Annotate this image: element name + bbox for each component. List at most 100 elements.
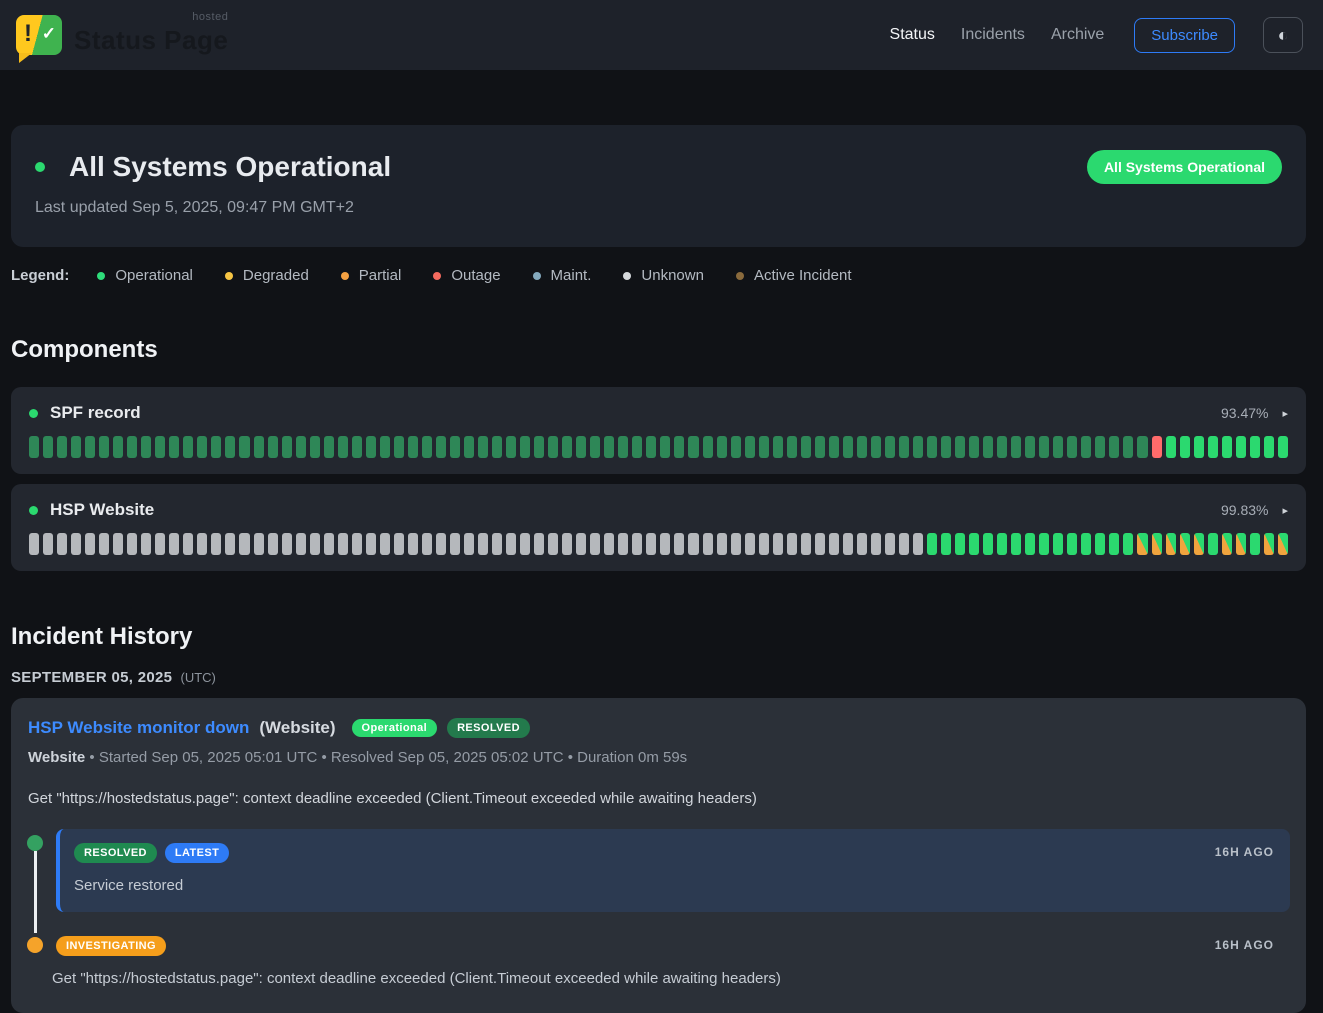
uptime-bar-unknown[interactable] — [843, 533, 853, 555]
uptime-bar-unknown[interactable] — [113, 533, 123, 555]
uptime-bar-operational_past[interactable] — [394, 436, 404, 458]
uptime-bar-operational_past[interactable] — [268, 436, 278, 458]
uptime-bar-operational[interactable] — [1011, 533, 1021, 555]
uptime-bar-operational_past[interactable] — [282, 436, 292, 458]
uptime-bar-unknown[interactable] — [71, 533, 81, 555]
uptime-bar-operational_past[interactable] — [43, 436, 53, 458]
uptime-bar-unknown[interactable] — [254, 533, 264, 555]
uptime-bar-operational_past[interactable] — [520, 436, 530, 458]
uptime-bar-unknown[interactable] — [380, 533, 390, 555]
uptime-bar-unknown[interactable] — [169, 533, 179, 555]
nav-link-archive[interactable]: Archive — [1051, 26, 1104, 44]
uptime-bar-unknown[interactable] — [773, 533, 783, 555]
uptime-bar-operational_past[interactable] — [843, 436, 853, 458]
uptime-bar-operational_past[interactable] — [141, 436, 151, 458]
uptime-bar-operational_past[interactable] — [717, 436, 727, 458]
uptime-bar-unknown[interactable] — [801, 533, 811, 555]
uptime-bar-unknown[interactable] — [155, 533, 165, 555]
uptime-bar-operational_past[interactable] — [731, 436, 741, 458]
uptime-bar-operational[interactable] — [1250, 533, 1260, 555]
uptime-bar-operational_past[interactable] — [408, 436, 418, 458]
uptime-bar-unknown[interactable] — [674, 533, 684, 555]
expand-arrow-icon[interactable]: ▸ — [1282, 504, 1288, 517]
uptime-bar-operational[interactable] — [1222, 436, 1232, 458]
uptime-bar-unknown[interactable] — [590, 533, 600, 555]
uptime-bar-unknown[interactable] — [913, 533, 923, 555]
uptime-bar-partial[interactable] — [1278, 533, 1288, 555]
uptime-bar-unknown[interactable] — [197, 533, 207, 555]
uptime-bar-operational_past[interactable] — [913, 436, 923, 458]
uptime-bar-unknown[interactable] — [520, 533, 530, 555]
uptime-bar-unknown[interactable] — [478, 533, 488, 555]
uptime-bar-operational_past[interactable] — [1039, 436, 1049, 458]
uptime-bar-operational_past[interactable] — [703, 436, 713, 458]
brand-logo[interactable]: ! ✓ hosted Status Page — [16, 15, 228, 56]
uptime-bar-unknown[interactable] — [815, 533, 825, 555]
uptime-bar-partial[interactable] — [1137, 533, 1147, 555]
uptime-bar-operational[interactable] — [1053, 533, 1063, 555]
uptime-bar-operational_past[interactable] — [534, 436, 544, 458]
uptime-bar-unknown[interactable] — [829, 533, 839, 555]
uptime-bar-operational_past[interactable] — [548, 436, 558, 458]
uptime-bar-unknown[interactable] — [450, 533, 460, 555]
uptime-bar-operational[interactable] — [1109, 533, 1119, 555]
uptime-bar-unknown[interactable] — [885, 533, 895, 555]
uptime-bar-partial[interactable] — [1166, 533, 1176, 555]
uptime-bar-unknown[interactable] — [703, 533, 713, 555]
uptime-bar-unknown[interactable] — [534, 533, 544, 555]
uptime-bar-operational_past[interactable] — [590, 436, 600, 458]
uptime-bar-partial[interactable] — [1180, 533, 1190, 555]
uptime-bar-operational[interactable] — [1264, 436, 1274, 458]
uptime-bar-operational_past[interactable] — [604, 436, 614, 458]
uptime-bar-unknown[interactable] — [759, 533, 769, 555]
uptime-bar-operational_past[interactable] — [1081, 436, 1091, 458]
uptime-bar-unknown[interactable] — [29, 533, 39, 555]
uptime-bar-unknown[interactable] — [408, 533, 418, 555]
uptime-bar-unknown[interactable] — [632, 533, 642, 555]
uptime-bar-unknown[interactable] — [548, 533, 558, 555]
uptime-bar-operational_past[interactable] — [674, 436, 684, 458]
theme-toggle-button[interactable]: ◐ — [1263, 17, 1303, 53]
uptime-bar-unknown[interactable] — [857, 533, 867, 555]
uptime-bar-unknown[interactable] — [871, 533, 881, 555]
uptime-bar-operational[interactable] — [1194, 436, 1204, 458]
nav-link-incidents[interactable]: Incidents — [961, 26, 1025, 44]
uptime-bar-outage[interactable] — [1152, 436, 1162, 458]
uptime-bar-operational_past[interactable] — [899, 436, 909, 458]
uptime-bar-operational_past[interactable] — [113, 436, 123, 458]
uptime-bar-operational_past[interactable] — [632, 436, 642, 458]
uptime-bar-unknown[interactable] — [646, 533, 656, 555]
uptime-bar-unknown[interactable] — [464, 533, 474, 555]
uptime-bar-operational_past[interactable] — [983, 436, 993, 458]
uptime-bar-operational[interactable] — [1095, 533, 1105, 555]
uptime-bar-operational_past[interactable] — [324, 436, 334, 458]
uptime-bar-operational_past[interactable] — [99, 436, 109, 458]
uptime-bar-operational[interactable] — [983, 533, 993, 555]
nav-link-status[interactable]: Status — [890, 26, 935, 44]
uptime-bar-operational_past[interactable] — [380, 436, 390, 458]
uptime-bar-operational_past[interactable] — [969, 436, 979, 458]
uptime-bar-unknown[interactable] — [310, 533, 320, 555]
uptime-bar-unknown[interactable] — [183, 533, 193, 555]
uptime-bar-operational_past[interactable] — [183, 436, 193, 458]
uptime-bar-operational_past[interactable] — [941, 436, 951, 458]
uptime-bar-operational_past[interactable] — [478, 436, 488, 458]
uptime-bar-operational_past[interactable] — [787, 436, 797, 458]
uptime-bar-partial[interactable] — [1152, 533, 1162, 555]
uptime-bar-operational_past[interactable] — [1137, 436, 1147, 458]
uptime-bar-unknown[interactable] — [57, 533, 67, 555]
uptime-bar-operational_past[interactable] — [127, 436, 137, 458]
uptime-bar-partial[interactable] — [1222, 533, 1232, 555]
expand-arrow-icon[interactable]: ▸ — [1282, 407, 1288, 420]
uptime-bar-operational_past[interactable] — [1067, 436, 1077, 458]
uptime-bar-unknown[interactable] — [268, 533, 278, 555]
uptime-bar-operational_past[interactable] — [1053, 436, 1063, 458]
uptime-bar-operational_past[interactable] — [254, 436, 264, 458]
uptime-bar-operational_past[interactable] — [155, 436, 165, 458]
uptime-bar-unknown[interactable] — [576, 533, 586, 555]
uptime-bar-unknown[interactable] — [239, 533, 249, 555]
uptime-bar-operational_past[interactable] — [773, 436, 783, 458]
uptime-bar-unknown[interactable] — [506, 533, 516, 555]
uptime-bar-operational_past[interactable] — [296, 436, 306, 458]
uptime-bar-operational_past[interactable] — [997, 436, 1007, 458]
